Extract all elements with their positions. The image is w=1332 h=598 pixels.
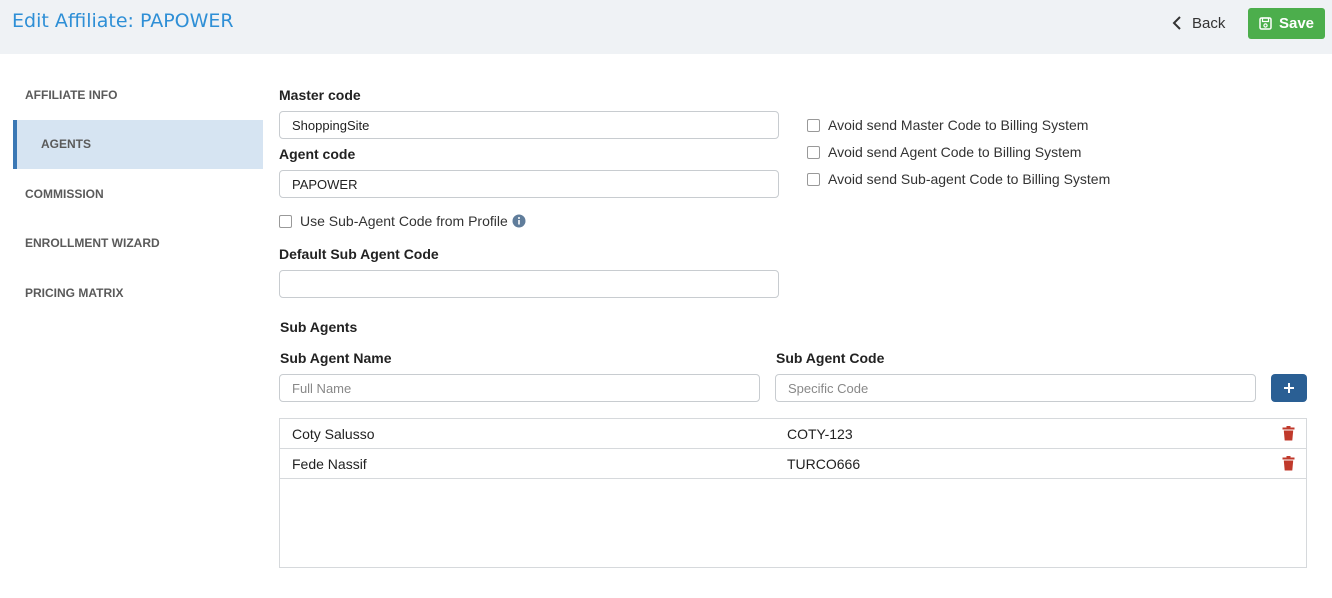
sidebar-item-pricing-matrix[interactable]: PRICING MATRIX: [13, 268, 263, 318]
avoid-subagent-label: Avoid send Sub-agent Code to Billing Sys…: [828, 171, 1111, 187]
avoid-agent-checkbox[interactable]: [807, 145, 820, 159]
sub-agent-code-cell: TURCO666: [787, 456, 861, 472]
save-label: Save: [1278, 15, 1315, 32]
table-row: Coty Salusso COTY-123: [280, 419, 1306, 449]
avoid-subagent-checkbox-row[interactable]: Avoid send Sub-agent Code to Billing Sys…: [807, 171, 1110, 187]
avoid-agent-checkbox-row[interactable]: Avoid send Agent Code to Billing System: [807, 144, 1081, 160]
agent-code-label: Agent code: [279, 146, 356, 162]
save-icon: [1259, 17, 1272, 30]
use-subagent-checkbox[interactable]: [279, 214, 292, 228]
avoid-master-label: Avoid send Master Code to Billing System: [828, 117, 1089, 133]
trash-icon[interactable]: [1282, 426, 1295, 441]
back-button[interactable]: Back: [1172, 13, 1225, 33]
add-sub-agent-button[interactable]: [1271, 374, 1307, 402]
default-sub-agent-input[interactable]: [279, 270, 779, 298]
sub-agent-name-cell: Fede Nassif: [292, 456, 367, 472]
use-subagent-label: Use Sub-Agent Code from Profile: [300, 213, 508, 229]
save-button[interactable]: Save: [1248, 8, 1325, 39]
info-icon[interactable]: [512, 214, 526, 228]
default-sub-agent-label: Default Sub Agent Code: [279, 246, 439, 262]
trash-icon[interactable]: [1282, 456, 1295, 471]
sidebar-item-commission[interactable]: COMMISSION: [13, 169, 263, 219]
avoid-master-checkbox[interactable]: [807, 118, 820, 132]
sub-agents-section-title: Sub Agents: [280, 319, 358, 335]
top-bar: Edit Affiliate: PAPOWER Back Save: [0, 0, 1332, 54]
table-row: Fede Nassif TURCO666: [280, 449, 1306, 479]
avoid-subagent-checkbox[interactable]: [807, 172, 820, 186]
back-label: Back: [1192, 14, 1226, 32]
sub-agent-name-input[interactable]: Full Name: [279, 374, 760, 402]
sidebar-item-enrollment-wizard[interactable]: ENROLLMENT WIZARD: [13, 219, 263, 269]
sub-agent-code-input[interactable]: Specific Code: [775, 374, 1256, 402]
sub-agent-code-header: Sub Agent Code: [776, 350, 885, 366]
avoid-agent-label: Avoid send Agent Code to Billing System: [828, 144, 1082, 160]
avoid-master-checkbox-row[interactable]: Avoid send Master Code to Billing System: [807, 117, 1088, 133]
sub-agents-table: Coty Salusso COTY-123 Fede Nassif TURCO6…: [279, 418, 1307, 568]
use-subagent-checkbox-row[interactable]: Use Sub-Agent Code from Profile: [279, 213, 526, 229]
sidebar-item-affiliate-info[interactable]: AFFILIATE INFO: [13, 70, 263, 120]
sub-agent-name-header: Sub Agent Name: [280, 350, 392, 366]
chevron-left-icon: [1172, 16, 1181, 30]
agent-code-input[interactable]: PAPOWER: [279, 170, 779, 198]
sidebar-item-agents[interactable]: AGENTS: [13, 119, 263, 169]
page-title: Edit Affiliate: PAPOWER: [12, 10, 234, 32]
master-code-input[interactable]: ShoppingSite: [279, 111, 779, 139]
sidebar: AFFILIATE INFO AGENTS COMMISSION ENROLLM…: [13, 70, 263, 318]
sub-agent-name-cell: Coty Salusso: [292, 426, 375, 442]
plus-icon: [1284, 383, 1294, 393]
master-code-label: Master code: [279, 87, 361, 103]
sub-agent-code-cell: COTY-123: [787, 426, 853, 442]
